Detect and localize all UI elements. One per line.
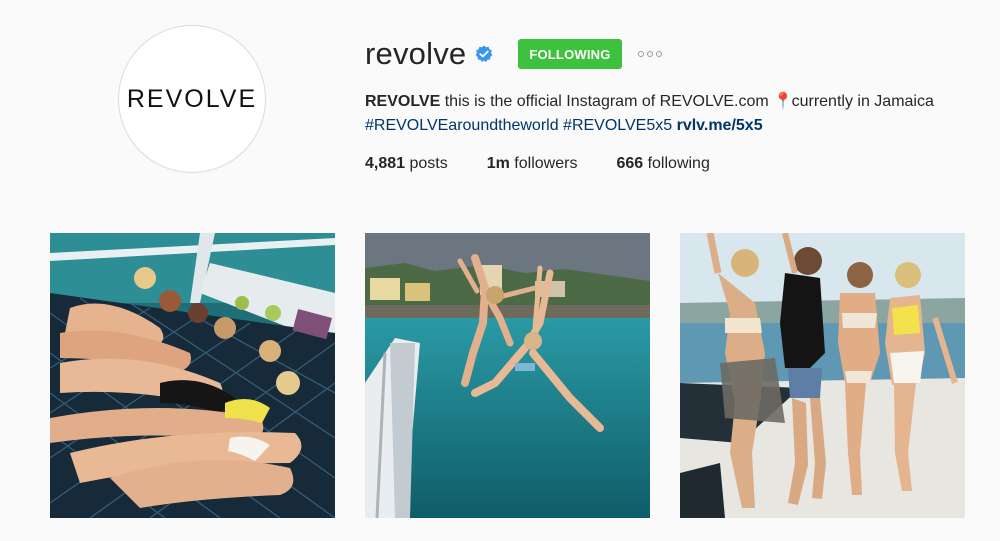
following-button[interactable]: FOLLOWING [518,39,622,69]
username: revolve [365,36,467,71]
more-options-icon[interactable] [637,39,662,69]
followers-label: followers [509,155,578,172]
posts-label: posts [405,155,448,172]
bio-line-1: REVOLVE this is the official Instagram o… [365,90,985,114]
avatar-logo-text: REVOLVE [126,84,258,113]
posts-count: 4,881 [365,155,406,172]
profile-avatar[interactable]: REVOLVE [118,25,266,173]
bio-location: currently in Jamaica [787,93,934,110]
posts-stat: 4,881 posts [365,155,448,173]
title-row: revolve FOLLOWING [365,34,985,74]
photo-jumping-into-sea[interactable] [365,233,650,518]
location-pin-icon: 📍 [773,93,794,110]
following-label: following [643,155,710,172]
photo-group-on-boat-net[interactable] [50,233,335,518]
photo-group-posing-on-deck[interactable] [680,233,965,518]
profile-info: revolve FOLLOWING REVOLVE this is the of… [365,34,985,173]
verified-badge-icon [475,45,493,63]
hashtag-revolvearoundtheworld[interactable]: #REVOLVEaroundtheworld [365,117,559,134]
bio-line-2: #REVOLVEaroundtheworld #REVOLVE5x5 rvlv.… [365,114,985,138]
profile-stats: 4,881 posts 1m followers 666 following [365,155,985,173]
bio-link[interactable]: rvlv.me/5x5 [677,117,763,134]
followers-stat[interactable]: 1m followers [487,155,578,173]
profile-bio: REVOLVE this is the official Instagram o… [365,90,985,138]
following-stat[interactable]: 666 following [616,155,709,173]
bio-name: REVOLVE [365,93,441,110]
followers-count: 1m [486,155,510,172]
hashtag-revolve5x5[interactable]: #REVOLVE5x5 [563,117,672,134]
following-count: 666 [616,155,644,172]
bio-text: this is the official Instagram of REVOLV… [440,93,774,110]
